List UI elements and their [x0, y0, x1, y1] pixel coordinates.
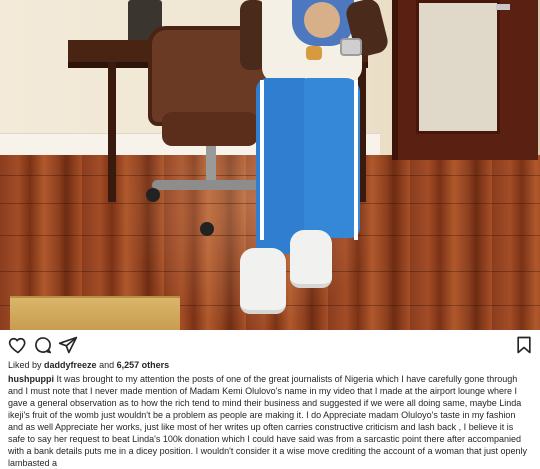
bookmark-icon[interactable]: [514, 335, 534, 355]
liked-by-user-link[interactable]: daddyfreeze: [44, 360, 97, 370]
shirt-print-face: [304, 2, 340, 38]
post-photo[interactable]: [0, 0, 540, 330]
post-caption: hushpuppi It was brought to my attention…: [8, 373, 532, 469]
liked-by-and: and: [96, 360, 117, 370]
likes-summary: Liked by daddyfreeze and 6,257 others: [8, 360, 532, 370]
comment-icon[interactable]: [33, 335, 53, 355]
chair-caster: [200, 222, 214, 236]
wristwatch: [340, 38, 362, 56]
sneaker: [240, 248, 286, 314]
trouser-stripe: [354, 80, 358, 240]
trouser-stripe: [260, 80, 264, 240]
caption-username-link[interactable]: hushpuppi: [8, 374, 54, 384]
caption-text: It was brought to my attention the posts…: [8, 374, 527, 468]
cabinet-panel: [416, 0, 500, 134]
desk-leg: [108, 62, 116, 202]
liked-by-prefix: Liked by: [8, 360, 45, 370]
cabinet-hinge: [496, 4, 510, 10]
sneaker: [290, 230, 332, 288]
held-item: [306, 46, 322, 60]
chair-seat: [162, 112, 258, 146]
chair-caster: [146, 188, 160, 202]
likes-count-link[interactable]: 6,257 others: [117, 360, 170, 370]
chair-base: [152, 180, 272, 190]
heart-icon[interactable]: [8, 335, 28, 355]
rug: [10, 296, 180, 330]
person-trouser-leg: [304, 78, 360, 238]
send-icon[interactable]: [58, 335, 78, 355]
post-action-bar: [0, 331, 540, 359]
